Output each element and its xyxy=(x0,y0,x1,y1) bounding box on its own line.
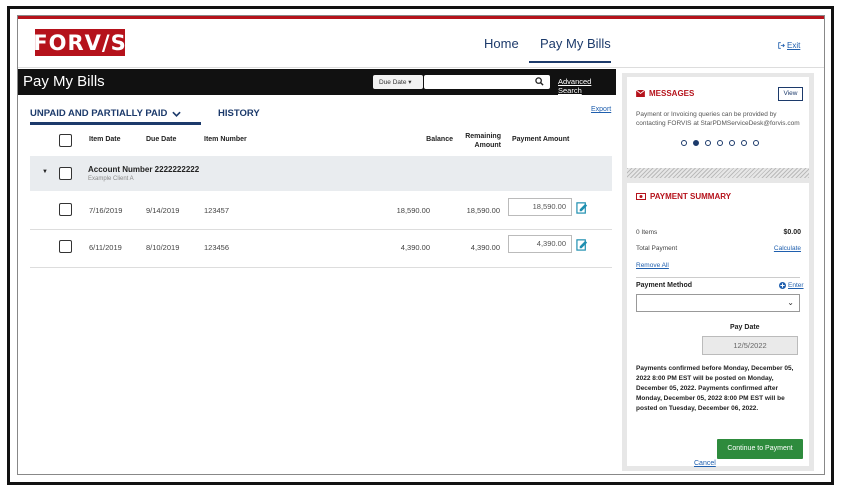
pager-dot[interactable] xyxy=(753,140,759,146)
messages-body: Payment or Invoicing queries can be prov… xyxy=(636,111,800,127)
row-divider xyxy=(30,267,612,268)
pay-date-label: Pay Date xyxy=(730,324,760,331)
messages-card: MESSAGES View Payment or Invoicing queri… xyxy=(627,77,809,168)
cancel-link[interactable]: Cancel xyxy=(694,460,716,467)
pager-dot[interactable] xyxy=(705,140,711,146)
exit-label: Exit xyxy=(787,41,801,50)
chevron-down-icon: ⌄ xyxy=(787,298,794,307)
select-all-checkbox[interactable] xyxy=(59,134,72,147)
summary-divider xyxy=(636,277,800,278)
payment-amount-input[interactable]: 18,590.00 xyxy=(508,198,572,216)
tab-history[interactable]: HISTORY xyxy=(218,108,260,119)
col-item-date: Item Date xyxy=(89,136,121,143)
nav-home[interactable]: Home xyxy=(484,36,519,51)
top-nav-bar: FORV/S Home Pay My Bills Exit xyxy=(18,19,824,68)
sort-select[interactable]: Due Date ▾ xyxy=(373,75,423,89)
calculate-link[interactable]: Calculate xyxy=(765,245,801,252)
remove-all-link[interactable]: Remove All xyxy=(636,262,669,269)
messages-title: MESSAGES xyxy=(636,89,694,98)
continue-to-payment-button[interactable]: Continue to Payment xyxy=(717,439,803,459)
pager-dot[interactable] xyxy=(717,140,723,146)
active-nav-indicator xyxy=(529,61,611,63)
nav-pay-my-bills[interactable]: Pay My Bills xyxy=(540,36,611,51)
pager-dot[interactable] xyxy=(741,140,747,146)
row-remaining: 4,390.00 xyxy=(470,243,500,252)
row-item-number: 123457 xyxy=(204,206,230,215)
payment-summary-title-text: PAYMENT SUMMARY xyxy=(650,192,732,201)
forvis-logo[interactable]: FORV/S xyxy=(33,29,126,56)
total-payment-label: Total Payment xyxy=(636,245,678,252)
page-header: Pay My Bills Due Date ▾ Advanced Search xyxy=(18,69,616,95)
enter-method-link[interactable]: Enter xyxy=(779,282,804,289)
posting-notice: Payments confirmed before Monday, Decemb… xyxy=(636,365,794,412)
chevron-down-icon xyxy=(172,111,182,117)
row-due-date: 9/14/2019 xyxy=(146,206,180,215)
row-balance: 18,590.00 xyxy=(396,206,430,215)
payment-summary-card: PAYMENT SUMMARY 0 Items $0.00 Total Paym… xyxy=(627,183,809,467)
row-item-date: 7/16/2019 xyxy=(89,206,123,215)
mail-icon xyxy=(636,90,645,97)
search-icon[interactable] xyxy=(535,77,544,86)
message-pager xyxy=(681,140,759,146)
messages-title-text: MESSAGES xyxy=(649,89,695,98)
col-remaining: Remaining xyxy=(465,133,501,140)
pay-date-field[interactable]: 12/5/2022 xyxy=(702,336,798,355)
cash-icon xyxy=(636,193,646,200)
payment-method-select[interactable]: ⌄ xyxy=(636,294,800,312)
account-group-row[interactable]: ▼ Account Number 2222222222 Example Clie… xyxy=(30,156,612,191)
payment-method-label: Payment Method xyxy=(636,282,693,289)
edit-note-icon[interactable] xyxy=(576,238,589,251)
items-total: $0.00 xyxy=(783,229,801,236)
row-item-date: 6/11/2019 xyxy=(89,243,122,252)
row-divider xyxy=(30,229,612,230)
app-window: FORV/S Home Pay My Bills Exit Pay My Bil… xyxy=(17,15,825,475)
export-link[interactable]: Export xyxy=(591,106,611,113)
expand-caret-icon[interactable]: ▼ xyxy=(42,169,48,175)
exit-icon xyxy=(778,42,785,49)
pager-dot[interactable] xyxy=(729,140,735,146)
search-input[interactable] xyxy=(424,75,550,89)
col-remaining-2: Amount xyxy=(474,142,501,149)
col-item-number: Item Number xyxy=(204,136,247,143)
payment-summary-title: PAYMENT SUMMARY xyxy=(636,192,731,201)
active-tab-indicator xyxy=(30,122,201,125)
row-balance: 4,390.00 xyxy=(400,243,430,252)
row-remaining: 18,590.00 xyxy=(466,206,500,215)
pager-dot[interactable] xyxy=(681,140,687,146)
account-checkbox[interactable] xyxy=(59,167,72,180)
row-due-date: 8/10/2019 xyxy=(146,243,180,252)
account-client: Example Client A xyxy=(88,176,134,182)
plus-circle-icon xyxy=(779,282,786,289)
row-item-number: 123456 xyxy=(204,243,230,252)
page-title: Pay My Bills xyxy=(23,73,105,90)
tab-unpaid[interactable]: UNPAID AND PARTIALLY PAID xyxy=(30,108,182,119)
col-balance: Balance xyxy=(426,136,453,143)
edit-note-icon[interactable] xyxy=(576,201,589,214)
hatched-divider xyxy=(627,168,809,178)
tab-unpaid-label: UNPAID AND PARTIALLY PAID xyxy=(30,108,168,119)
col-due-date: Due Date xyxy=(146,136,177,143)
enter-label: Enter xyxy=(788,282,804,289)
payment-amount-input[interactable]: 4,390.00 xyxy=(508,235,572,253)
col-payment-amount: Payment Amount xyxy=(512,136,570,143)
items-count: 0 Items xyxy=(636,229,658,236)
pager-dot-active[interactable] xyxy=(693,140,699,146)
row-checkbox[interactable] xyxy=(59,240,72,253)
advanced-search-link[interactable]: Advanced Search xyxy=(558,77,616,95)
account-number: Account Number 2222222222 xyxy=(88,165,200,174)
row-checkbox[interactable] xyxy=(59,203,72,216)
view-button[interactable]: View xyxy=(778,87,803,101)
exit-link[interactable]: Exit xyxy=(778,41,800,50)
